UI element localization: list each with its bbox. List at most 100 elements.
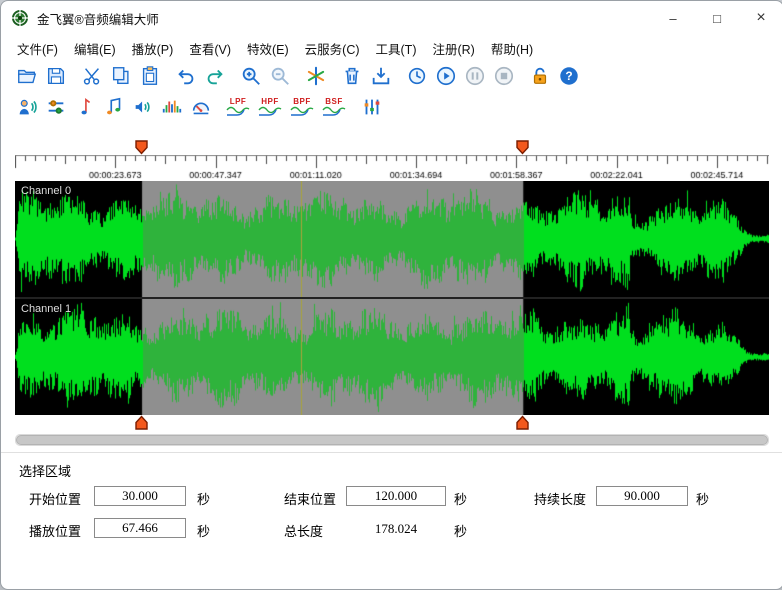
toolbar-undo-button[interactable] xyxy=(172,63,199,90)
channel-0: Channel 0 xyxy=(15,181,769,297)
selection-end-marker-top[interactable] xyxy=(516,140,529,155)
selection-end-marker-bottom[interactable] xyxy=(516,415,529,430)
toolbar-mixer-button[interactable] xyxy=(42,94,69,121)
toolbar-open-file-button[interactable] xyxy=(13,63,40,90)
toolbar-equalizer-button[interactable] xyxy=(358,94,385,121)
waveform-channel-0[interactable] xyxy=(15,181,769,297)
toolbar-effects-button[interactable] xyxy=(302,63,329,90)
title-bar: 金飞翼®音频编辑大师 – □ × xyxy=(1,1,782,35)
toolbar-stop-button[interactable] xyxy=(490,63,517,90)
toolbar-delete-button[interactable] xyxy=(338,63,365,90)
timeline: Channel 0 Channel 1 xyxy=(15,137,769,446)
menu-item-8[interactable]: 帮助(H) xyxy=(483,36,541,61)
toolbar-notes-button[interactable] xyxy=(100,94,127,121)
window-title: 金飞翼®音频编辑大师 xyxy=(37,9,651,28)
filter-lpf-label: LPF xyxy=(230,98,247,106)
scrollbar-thumb[interactable] xyxy=(16,435,768,445)
toolbar-volume-button[interactable] xyxy=(129,94,156,121)
spectrum-icon xyxy=(161,96,183,118)
open-file-icon xyxy=(16,65,38,87)
toolbar-lock-button[interactable] xyxy=(526,63,553,90)
maximize-button[interactable]: □ xyxy=(695,1,739,35)
total-length-value: 178.024 xyxy=(346,521,446,537)
play-position-unit: 秒 xyxy=(197,521,210,540)
toolbar-row-2: LPF HPF BPF BSF xyxy=(1,91,782,123)
toolbar-timer-button[interactable] xyxy=(403,63,430,90)
toolbar-voice-button[interactable] xyxy=(13,94,40,121)
toolbar-note-button[interactable] xyxy=(71,94,98,121)
menu-item-6[interactable]: 工具(T) xyxy=(368,36,425,61)
toolbar-filter-bpf-button[interactable]: BPF xyxy=(287,94,317,121)
toolbar-pause-button[interactable] xyxy=(461,63,488,90)
selection-start-marker-bottom[interactable] xyxy=(135,415,148,430)
menu-bar: 文件(F)编辑(E)播放(P)查看(V)特效(E)云服务(C)工具(T)注册(R… xyxy=(1,35,782,61)
note-icon xyxy=(74,96,96,118)
menu-item-5[interactable]: 云服务(C) xyxy=(297,36,368,61)
filter-hpf-label: HPF xyxy=(261,98,279,106)
menu-item-4[interactable]: 特效(E) xyxy=(239,36,297,61)
app-window: 金飞翼®音频编辑大师 – □ × 文件(F)编辑(E)播放(P)查看(V)特效(… xyxy=(0,0,782,590)
menu-item-2[interactable]: 播放(P) xyxy=(124,36,182,61)
selection-panel: 选择区域 开始位置秒结束位置秒持续长度秒播放位置秒总长度178.024秒 xyxy=(1,452,782,590)
toolbar-paste-button[interactable] xyxy=(136,63,163,90)
waveform-area: Channel 0 Channel 1 xyxy=(15,181,769,415)
toolbar-help-button[interactable]: ? xyxy=(555,63,582,90)
selection-panel-title: 选择区域 xyxy=(19,461,71,480)
toolbar-copy-button[interactable] xyxy=(107,63,134,90)
toolbar-filter-hpf-button[interactable]: HPF xyxy=(255,94,285,121)
start-position-unit: 秒 xyxy=(197,489,210,508)
selection-marker-strip-top xyxy=(15,137,769,155)
delete-icon xyxy=(341,65,363,87)
close-button[interactable]: × xyxy=(739,1,782,35)
mixer-icon xyxy=(45,96,67,118)
selection-marker-strip-bottom xyxy=(15,415,769,430)
filter-bsf-label: BSF xyxy=(325,98,343,106)
toolbar-redo-button[interactable] xyxy=(201,63,228,90)
toolbar-spectrum-button[interactable] xyxy=(158,94,185,121)
redo-icon xyxy=(204,65,226,87)
zoom-in-icon xyxy=(240,65,262,87)
minimize-button[interactable]: – xyxy=(651,1,695,35)
toolbar-cut-button[interactable] xyxy=(78,63,105,90)
toolbar-zoom-out-button[interactable] xyxy=(266,63,293,90)
toolbar-play-button[interactable] xyxy=(432,63,459,90)
start-position-label: 开始位置 xyxy=(29,489,81,508)
undo-icon xyxy=(175,65,197,87)
play-icon xyxy=(435,65,457,87)
app-icon xyxy=(11,9,29,27)
selection-start-marker-top[interactable] xyxy=(135,140,148,155)
end-position-input[interactable] xyxy=(346,486,446,506)
notes-icon xyxy=(103,96,125,118)
zoom-out-icon xyxy=(269,65,291,87)
effects-icon xyxy=(305,65,327,87)
play-position-input[interactable] xyxy=(94,518,186,538)
toolbar-gauge-button[interactable] xyxy=(187,94,214,121)
horizontal-scrollbar[interactable] xyxy=(15,434,769,446)
toolbar-filter-lpf-button[interactable]: LPF xyxy=(223,94,253,121)
waveform-channel-1[interactable] xyxy=(15,299,769,415)
menu-item-7[interactable]: 注册(R) xyxy=(424,36,482,61)
toolbar-zoom-in-button[interactable] xyxy=(237,63,264,90)
filter-bpf-icon xyxy=(290,106,314,117)
equalizer-icon xyxy=(361,96,383,118)
play-position-label: 播放位置 xyxy=(29,521,81,540)
channel-1: Channel 1 xyxy=(15,299,769,415)
toolbar-save-button[interactable] xyxy=(42,63,69,90)
filter-bsf-icon xyxy=(322,106,346,117)
lock-icon xyxy=(529,65,551,87)
start-position-input[interactable] xyxy=(94,486,186,506)
duration-input[interactable] xyxy=(596,486,688,506)
menu-item-1[interactable]: 编辑(E) xyxy=(66,36,124,61)
menu-item-3[interactable]: 查看(V) xyxy=(181,36,239,61)
menu-item-0[interactable]: 文件(F) xyxy=(9,36,66,61)
toolbar-import-button[interactable] xyxy=(367,63,394,90)
window-controls: – □ × xyxy=(651,1,782,35)
toolbar-filter-bsf-button[interactable]: BSF xyxy=(319,94,349,121)
import-icon xyxy=(370,65,392,87)
end-position-label: 结束位置 xyxy=(284,489,336,508)
help-icon: ? xyxy=(558,65,580,87)
time-ruler[interactable] xyxy=(15,155,769,181)
end-position-unit: 秒 xyxy=(454,489,467,508)
timer-icon xyxy=(406,65,428,87)
channel-0-label: Channel 0 xyxy=(21,185,71,197)
